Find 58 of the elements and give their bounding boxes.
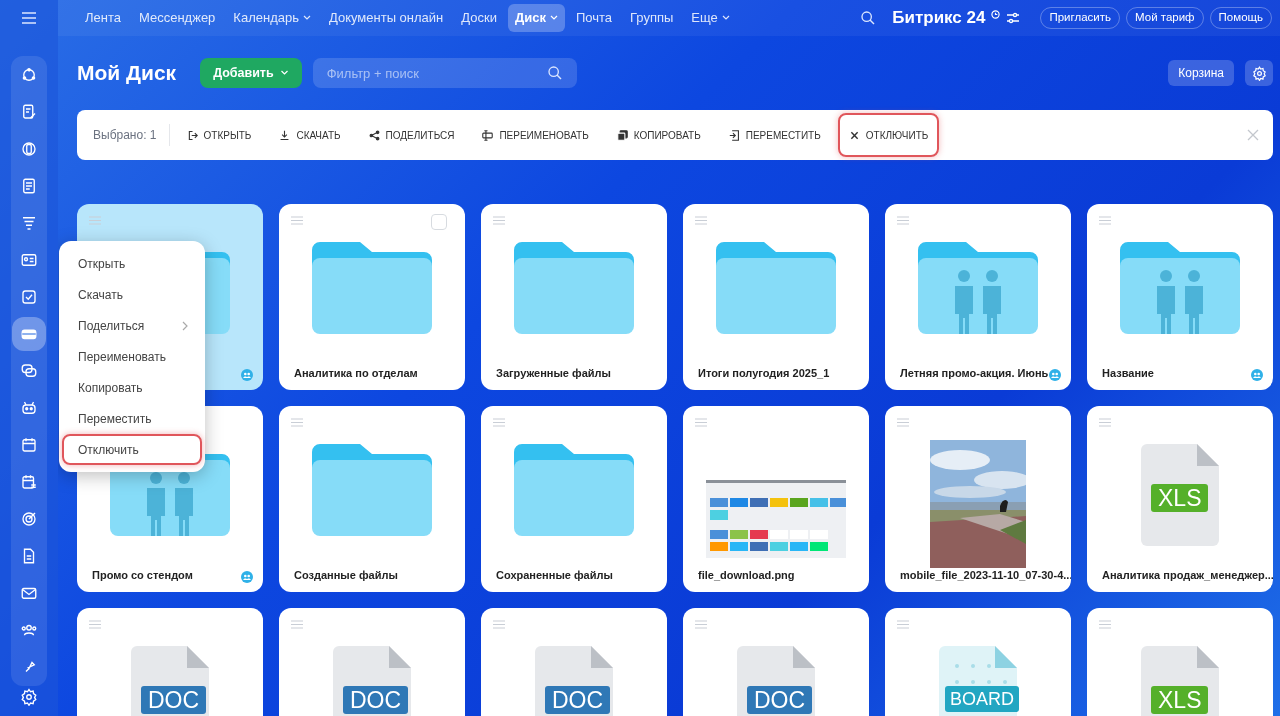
menu-item[interactable]: Переименовать: [62, 341, 202, 372]
file-name: file_download.png: [698, 567, 795, 583]
file-type-label: DOC: [747, 686, 813, 714]
selection-count: Выбрано: 1: [93, 124, 170, 146]
file-type-label: DOC: [343, 686, 409, 714]
menu-item[interactable]: Копировать: [62, 372, 202, 403]
nav-tab[interactable]: Мессенджер: [132, 4, 223, 32]
file-name: Аналитика по отделам: [294, 365, 418, 381]
menu-item[interactable]: Открыть: [62, 248, 202, 279]
nav-tab[interactable]: Календарь: [226, 4, 318, 32]
file-card[interactable]: Аналитика по отделам: [279, 204, 465, 390]
file-card[interactable]: file_download.png: [683, 406, 869, 592]
file-name: Итоги полугодия 2025_1: [698, 365, 830, 381]
file-name: Летняя промо-акция. Июнь: [900, 365, 1049, 381]
file-card[interactable]: DOC: [77, 608, 263, 716]
file-name: Аналитика продаж_менеджер...: [1102, 567, 1273, 583]
file-card[interactable]: mobile_file_2023-11-10_07-30-4...: [885, 406, 1071, 592]
file-card[interactable]: Созданные файлы: [279, 406, 465, 592]
file-name: Созданные файлы: [294, 567, 398, 583]
file-card[interactable]: Загруженные файлы: [481, 204, 667, 390]
file-card[interactable]: Итоги полугодия 2025_1: [683, 204, 869, 390]
file-type-label: DOC: [545, 686, 611, 714]
file-name: mobile_file_2023-11-10_07-30-4...: [900, 567, 1071, 583]
file-name: Загруженные файлы: [496, 365, 611, 381]
toolbar-button[interactable]: ПОДЕЛИТЬСЯ: [357, 113, 466, 157]
file-name: Сохраненные файлы: [496, 567, 613, 583]
nav-tab[interactable]: Документы онлайн: [321, 4, 451, 32]
toolbar-button[interactable]: СКАЧАТЬ: [268, 113, 352, 157]
nav-tab[interactable]: Лента: [78, 4, 128, 32]
menu-item[interactable]: Скачать: [62, 279, 202, 310]
file-card[interactable]: DOC: [481, 608, 667, 716]
toolbar-button[interactable]: ОТКЛЮЧИТЬ: [837, 113, 940, 157]
file-type-label: XLS: [1151, 686, 1209, 714]
menu-item[interactable]: Поделиться: [62, 310, 202, 341]
nav-tab[interactable]: Еще: [684, 4, 737, 32]
toolbar-button[interactable]: ОТКРЫТЬ: [175, 113, 263, 157]
file-name: Промо со стендом: [92, 567, 193, 583]
file-card[interactable]: DOC: [279, 608, 465, 716]
file-type-label: BOARD: [945, 686, 1019, 712]
nav-tab[interactable]: Диск: [507, 4, 565, 32]
trash-button[interactable]: Корзина: [1168, 60, 1234, 86]
file-name: Название: [1102, 365, 1154, 381]
file-card[interactable]: XLS Аналитика продаж_менеджер...: [1087, 406, 1273, 592]
file-type-label: DOC: [141, 686, 207, 714]
menu-item[interactable]: Отключить: [62, 434, 202, 465]
file-type-label: XLS: [1151, 484, 1209, 512]
nav-tab[interactable]: Почта: [568, 4, 619, 32]
nav-tab[interactable]: Группы: [623, 4, 681, 32]
file-card[interactable]: DOC: [683, 608, 869, 716]
file-card[interactable]: Название: [1087, 204, 1273, 390]
toolbar-button[interactable]: КОПИРОВАТЬ: [605, 113, 712, 157]
nav-tab[interactable]: Доски: [454, 4, 504, 32]
logo-text[interactable]: Битрикс 24: [892, 5, 986, 31]
file-card[interactable]: Летняя промо-акция. Июнь: [885, 204, 1071, 390]
toolbar-button[interactable]: ПЕРЕМЕСТИТЬ: [717, 113, 832, 157]
file-card[interactable]: Сохраненные файлы: [481, 406, 667, 592]
page-title: Мой Диск: [77, 60, 177, 87]
toolbar-button[interactable]: ПЕРЕИМЕНОВАТЬ: [471, 113, 600, 157]
